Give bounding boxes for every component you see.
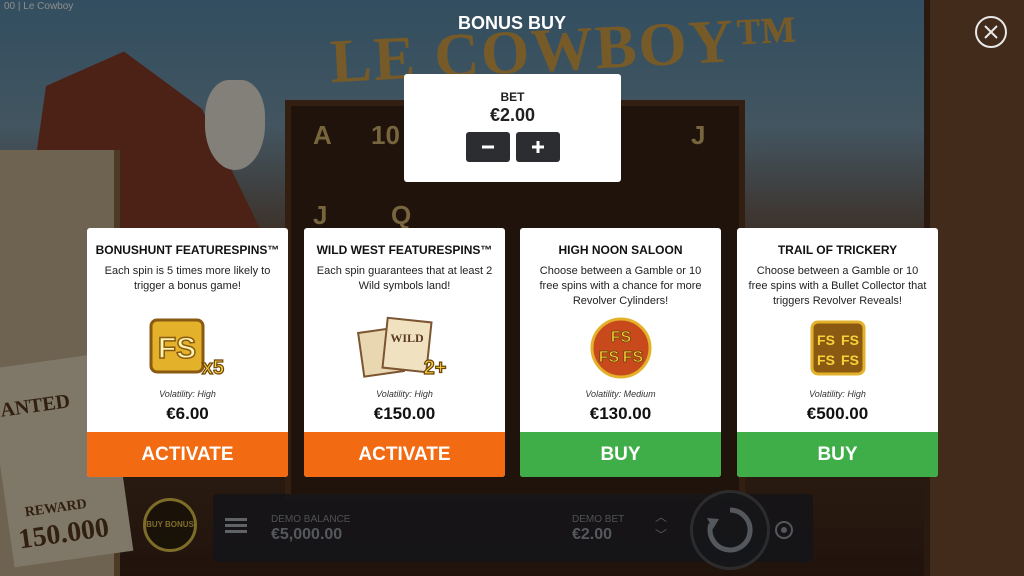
card-volatility: Volatility: High	[159, 389, 216, 399]
svg-text:FS: FS	[598, 349, 619, 366]
bet-value: €2.00	[489, 105, 536, 125]
modal-title: BONUS BUY	[457, 13, 566, 33]
featurespins-cluster-icon: FS FS FS	[520, 316, 721, 380]
card-price: €6.00	[166, 404, 209, 423]
card-volatility: Volatility: Medium	[585, 389, 656, 399]
bonus-card-trail-of-trickery: TRAIL OF TRICKERY Choose between a Gambl…	[737, 228, 938, 477]
close-icon	[984, 25, 998, 39]
bet-panel: BET €2.00	[404, 74, 621, 182]
decrease-bet-button[interactable]	[466, 132, 510, 162]
minus-icon	[482, 145, 494, 149]
svg-text:FS: FS	[622, 349, 643, 366]
card-title: HIGH NOON SALOON	[558, 243, 683, 257]
card-description: Choose between a Gamble or 10 free spins…	[748, 265, 927, 307]
featurespins-x5-icon: FS x5	[87, 316, 288, 380]
svg-text:FS: FS	[841, 352, 859, 368]
activate-button[interactable]: ACTIVATE	[304, 432, 505, 477]
svg-text:FS: FS	[817, 332, 835, 348]
increase-bet-button[interactable]	[516, 132, 560, 162]
svg-text:FS: FS	[841, 332, 859, 348]
card-title: TRAIL OF TRICKERY	[777, 243, 898, 257]
plus-icon	[532, 141, 544, 153]
card-price: €500.00	[806, 404, 869, 423]
svg-text:x5: x5	[201, 357, 223, 379]
card-description: Choose between a Gamble or 10 free spins…	[539, 265, 702, 307]
featurespins-grid-icon: FS FS FS FS	[737, 316, 938, 380]
bonus-card-bonushunt: BONUSHUNT FEATURESPINS™ Each spin is 5 t…	[87, 228, 288, 477]
card-price: €150.00	[373, 404, 436, 423]
card-description: Each spin is 5 times more likely to trig…	[104, 265, 271, 292]
bonus-card-wild-west: WILD WEST FEATURESPINS™ Each spin guaran…	[304, 228, 505, 477]
svg-text:FS: FS	[157, 332, 195, 365]
wild-posters-icon: WILD 2+	[304, 316, 505, 380]
activate-button[interactable]: ACTIVATE	[87, 432, 288, 477]
card-volatility: Volatility: High	[809, 389, 866, 399]
card-description: Each spin guarantees that at least 2 Wil…	[316, 265, 493, 292]
svg-text:FS: FS	[817, 352, 835, 368]
svg-text:WILD: WILD	[390, 331, 424, 345]
buy-button[interactable]: BUY	[737, 432, 938, 477]
svg-text:2+: 2+	[423, 357, 446, 379]
svg-text:FS: FS	[610, 329, 631, 346]
bet-label: BET	[500, 90, 525, 104]
buy-button[interactable]: BUY	[520, 432, 721, 477]
card-title: BONUSHUNT FEATURESPINS™	[95, 243, 280, 257]
card-price: €130.00	[589, 404, 652, 423]
card-title: WILD WEST FEATURESPINS™	[316, 243, 493, 257]
close-button[interactable]	[975, 16, 1007, 48]
card-volatility: Volatility: High	[376, 389, 433, 399]
bonus-card-high-noon-saloon: HIGH NOON SALOON Choose between a Gamble…	[520, 228, 721, 477]
